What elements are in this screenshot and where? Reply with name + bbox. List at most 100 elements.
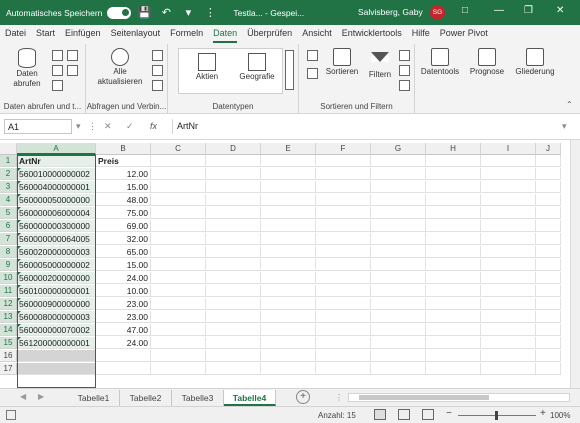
- cell-j11[interactable]: [536, 285, 561, 297]
- row-header-12[interactable]: 12: [0, 298, 17, 310]
- cell-e2[interactable]: [261, 168, 316, 180]
- cell-e11[interactable]: [261, 285, 316, 297]
- close-icon[interactable]: ✕: [556, 5, 564, 16]
- cell-f10[interactable]: [316, 272, 371, 284]
- from-text-icon[interactable]: [52, 50, 63, 61]
- column-header-a[interactable]: A: [17, 143, 96, 155]
- column-header-i[interactable]: I: [481, 143, 536, 155]
- select-all-corner[interactable]: [0, 143, 17, 155]
- cell-d12[interactable]: [206, 298, 261, 310]
- tab-einfuegen[interactable]: Einfügen: [60, 25, 106, 44]
- sheet-tab-tabelle2[interactable]: Tabelle2: [120, 390, 172, 406]
- cell-e7[interactable]: [261, 233, 316, 245]
- clear-filter-icon[interactable]: [399, 50, 410, 61]
- cell-a3[interactable]: 560004000000001: [17, 181, 96, 193]
- cell-a11[interactable]: 560100000000001: [17, 285, 96, 297]
- row-header-17[interactable]: 17: [0, 363, 17, 375]
- cell-c12[interactable]: [151, 298, 206, 310]
- cell-c6[interactable]: [151, 220, 206, 232]
- cell-a16[interactable]: [17, 350, 96, 362]
- cell-c13[interactable]: [151, 311, 206, 323]
- cell-f9[interactable]: [316, 259, 371, 271]
- tab-start[interactable]: Start: [31, 25, 60, 44]
- cell-g4[interactable]: [371, 194, 426, 206]
- cell-j16[interactable]: [536, 350, 561, 362]
- tab-power-pivot[interactable]: Power Pivot: [435, 25, 493, 44]
- tab-seitenlayout[interactable]: Seitenlayout: [106, 25, 166, 44]
- sort-asc-icon[interactable]: [307, 50, 318, 61]
- cell-i17[interactable]: [481, 363, 536, 375]
- column-header-f[interactable]: F: [316, 143, 371, 155]
- cell-f15[interactable]: [316, 337, 371, 349]
- cell-d16[interactable]: [206, 350, 261, 362]
- cell-i6[interactable]: [481, 220, 536, 232]
- cell-e5[interactable]: [261, 207, 316, 219]
- cell-c16[interactable]: [151, 350, 206, 362]
- cell-i10[interactable]: [481, 272, 536, 284]
- tab-formeln[interactable]: Formeln: [165, 25, 208, 44]
- cell-g17[interactable]: [371, 363, 426, 375]
- cell-h9[interactable]: [426, 259, 481, 271]
- cell-h1[interactable]: [426, 155, 481, 167]
- cell-j5[interactable]: [536, 207, 561, 219]
- cell-a7[interactable]: 560000000064005: [17, 233, 96, 245]
- zoom-level[interactable]: 100%: [550, 411, 570, 420]
- collapse-ribbon-icon[interactable]: ⌃: [566, 100, 573, 109]
- row-header-6[interactable]: 6: [0, 220, 17, 232]
- cell-g1[interactable]: [371, 155, 426, 167]
- cell-i16[interactable]: [481, 350, 536, 362]
- cell-j14[interactable]: [536, 324, 561, 336]
- cell-g12[interactable]: [371, 298, 426, 310]
- cell-j2[interactable]: [536, 168, 561, 180]
- cell-h14[interactable]: [426, 324, 481, 336]
- cell-e14[interactable]: [261, 324, 316, 336]
- column-header-c[interactable]: C: [151, 143, 206, 155]
- sheet-tab-tabelle3[interactable]: Tabelle3: [172, 390, 224, 406]
- expand-formula-icon[interactable]: ▾: [562, 121, 567, 132]
- get-data-button[interactable]: Daten abrufen: [8, 48, 46, 89]
- cell-d3[interactable]: [206, 181, 261, 193]
- cell-h5[interactable]: [426, 207, 481, 219]
- cell-i3[interactable]: [481, 181, 536, 193]
- cell-f3[interactable]: [316, 181, 371, 193]
- cell-d9[interactable]: [206, 259, 261, 271]
- cell-e6[interactable]: [261, 220, 316, 232]
- outline-button[interactable]: Gliederung: [511, 48, 559, 77]
- cell-j4[interactable]: [536, 194, 561, 206]
- cell-e3[interactable]: [261, 181, 316, 193]
- cell-c14[interactable]: [151, 324, 206, 336]
- cell-b16[interactable]: [96, 350, 151, 362]
- cell-a8[interactable]: 560020000000003: [17, 246, 96, 258]
- cell-i9[interactable]: [481, 259, 536, 271]
- cell-d5[interactable]: [206, 207, 261, 219]
- cell-b1[interactable]: Preis: [96, 155, 151, 167]
- cell-g2[interactable]: [371, 168, 426, 180]
- cell-f16[interactable]: [316, 350, 371, 362]
- cell-d7[interactable]: [206, 233, 261, 245]
- worksheet-grid[interactable]: A B C D E F G H I J 1 ArtNr Preis 2 560010000000002 12.…: [0, 140, 570, 388]
- cell-h16[interactable]: [426, 350, 481, 362]
- row-header-2[interactable]: 2: [0, 168, 17, 180]
- cell-e1[interactable]: [261, 155, 316, 167]
- datatools-button[interactable]: Datentools: [417, 48, 463, 77]
- cell-h2[interactable]: [426, 168, 481, 180]
- cell-i12[interactable]: [481, 298, 536, 310]
- row-header-10[interactable]: 10: [0, 272, 17, 284]
- cell-f12[interactable]: [316, 298, 371, 310]
- cell-f5[interactable]: [316, 207, 371, 219]
- cell-j10[interactable]: [536, 272, 561, 284]
- save-icon[interactable]: 💾: [135, 4, 153, 22]
- macro-record-icon[interactable]: [6, 410, 16, 420]
- cell-h17[interactable]: [426, 363, 481, 375]
- cell-e16[interactable]: [261, 350, 316, 362]
- ribbon-display-icon[interactable]: □: [462, 5, 468, 16]
- cell-f14[interactable]: [316, 324, 371, 336]
- add-sheet-icon[interactable]: +: [296, 390, 310, 404]
- cell-d15[interactable]: [206, 337, 261, 349]
- cell-h13[interactable]: [426, 311, 481, 323]
- cell-b8[interactable]: 65.00: [96, 246, 151, 258]
- avatar[interactable]: SG: [430, 5, 445, 20]
- row-header-9[interactable]: 9: [0, 259, 17, 271]
- cell-g13[interactable]: [371, 311, 426, 323]
- cell-d17[interactable]: [206, 363, 261, 375]
